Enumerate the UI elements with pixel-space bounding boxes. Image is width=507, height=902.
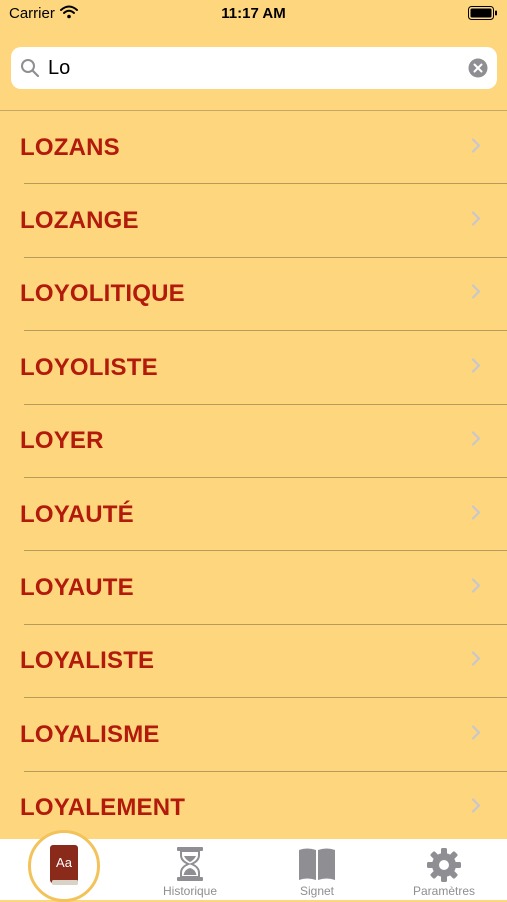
list-item-label: LOYALISME [20,720,160,748]
list-item-label: LOZANS [20,133,120,161]
list-item[interactable]: LOYOLISTE [0,331,507,405]
chevron-right-icon [471,724,481,745]
chevron-right-icon [471,798,481,819]
chevron-right-icon [471,357,481,378]
list-item[interactable]: LOYALEMENT [0,772,507,839]
chevron-right-icon [471,578,481,599]
tab-history[interactable]: Historique [130,839,250,900]
chevron-right-icon [471,284,481,305]
chevron-right-icon [471,137,481,158]
list-item-label: LOYER [20,427,104,455]
tab-dictionary[interactable]: Aa [28,830,100,902]
tab-history-label: Historique [162,884,218,898]
list-item[interactable]: LOZANS [0,111,507,185]
clock: 11:17 AM [221,5,286,22]
hourglass-icon [176,847,204,886]
tab-bookmarks-label: Signet [299,884,335,898]
clear-search-icon[interactable] [468,58,488,83]
status-bar: Carrier 11:17 AM [0,0,507,30]
list-item[interactable]: LOYOLITIQUE [0,258,507,332]
list-item-label: LOYAUTE [20,574,134,602]
list-item[interactable]: LOZANGE [0,184,507,259]
search-bar[interactable] [11,47,497,89]
list-item[interactable]: LOYAUTÉ [0,478,507,552]
gear-icon [426,847,462,888]
tab-bookmarks[interactable]: Signet [257,839,377,900]
battery-icon [468,6,498,25]
list-item-label: LOYALEMENT [20,794,186,822]
search-icon [20,58,40,83]
list-item[interactable]: LOYALISME [0,698,507,772]
dictionary-book-icon: Aa [48,843,80,892]
list-item-label: LOYALISTE [20,647,155,675]
list-item[interactable]: LOYER [0,405,507,479]
chevron-right-icon [471,211,481,232]
dictionary-icon-text: Aa [56,855,73,870]
tab-settings-label: Paramètres [412,884,476,898]
word-list[interactable]: LOZANS LOZANGE LOYOLITIQUE LOYOLISTE LOY… [0,111,507,839]
open-book-icon [297,847,337,886]
list-item-label: LOYOLITIQUE [20,280,185,308]
list-item-label: LOYOLISTE [20,353,158,381]
list-item-label: LOYAUTÉ [20,500,134,528]
chevron-right-icon [471,651,481,672]
tab-settings[interactable]: Paramètres [384,839,504,900]
list-item[interactable]: LOYAUTE [0,551,507,626]
list-item-label: LOZANGE [20,207,139,235]
search-input[interactable] [48,53,458,83]
list-item[interactable]: LOYALISTE [0,625,507,699]
chevron-right-icon [471,504,481,525]
chevron-right-icon [471,431,481,452]
